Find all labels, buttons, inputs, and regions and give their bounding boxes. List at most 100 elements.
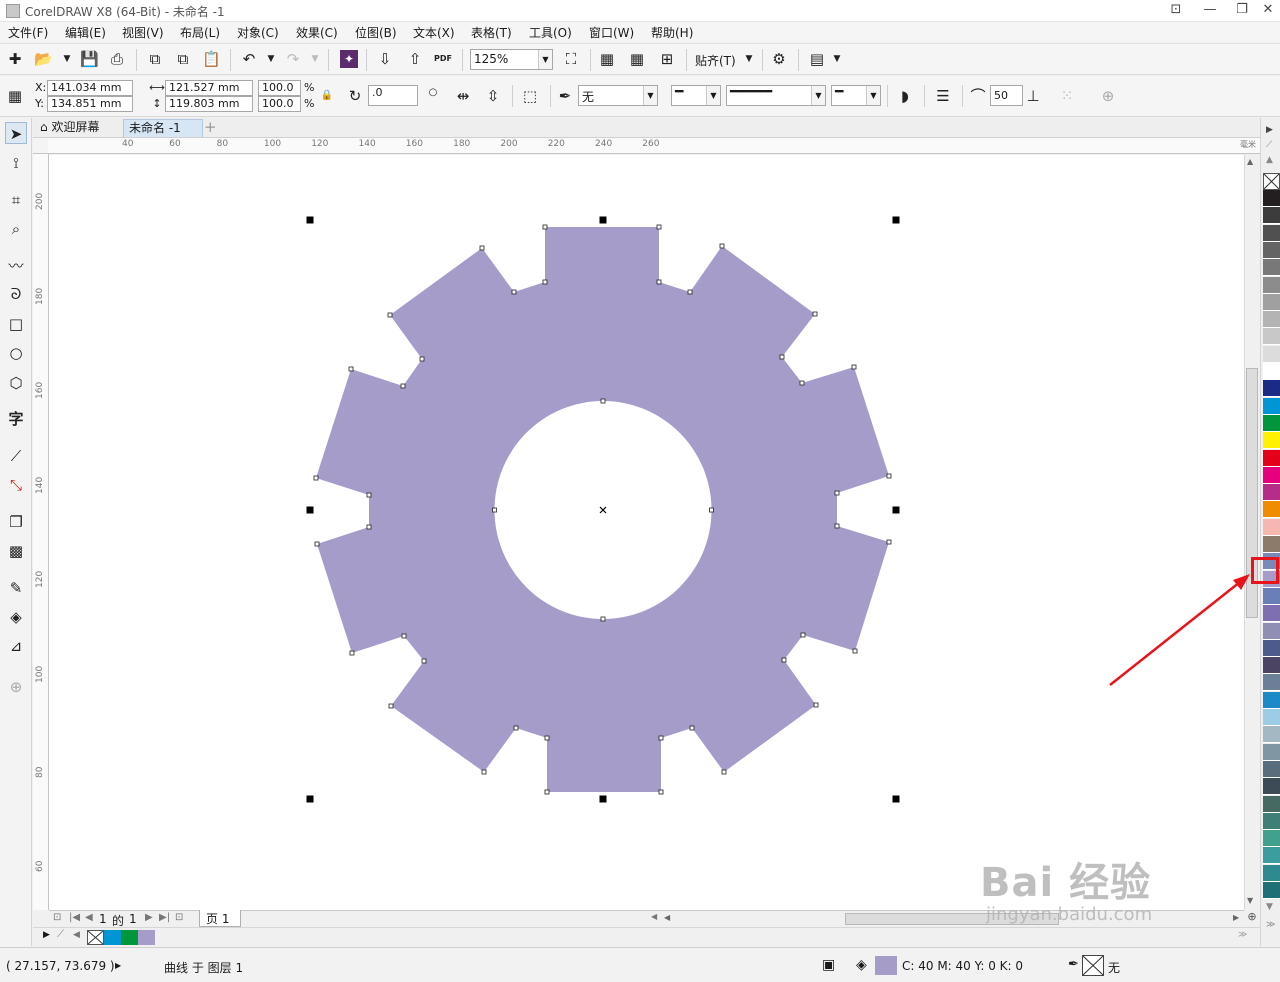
doc-palette-swatch[interactable] [121,930,138,945]
palette-scroll-up-icon[interactable]: ▲ [1266,155,1273,165]
show-guidelines-icon[interactable]: ⊞ [658,50,676,68]
search-content-icon[interactable]: ✦ [340,50,358,68]
selection-handle[interactable] [892,216,900,224]
node-handle[interactable] [421,658,427,664]
node-handle[interactable] [851,364,857,370]
palette-scroll-right-icon[interactable]: ▶ [1266,125,1273,135]
gear-icon[interactable]: ⚙ [770,50,788,68]
palette-swatch[interactable] [1263,674,1280,692]
node-handle[interactable] [719,243,725,249]
doc-palette-arrow-icon[interactable]: ▶ [43,930,50,940]
palette-swatch[interactable] [1263,536,1280,553]
node-handle[interactable] [542,279,548,285]
fill-color-swatch[interactable] [875,956,897,975]
doc-no-color-swatch[interactable] [87,930,104,945]
text-tool-icon[interactable]: 字 [5,408,27,430]
first-page-icon[interactable]: |◀ [69,912,80,923]
ellipse-tool-icon[interactable]: ○ [5,342,27,364]
export-icon[interactable]: ⇧ [406,50,424,68]
next-page-icon[interactable]: ▶ [145,912,153,923]
import-icon[interactable]: ⇩ [376,50,394,68]
palette-swatch[interactable] [1263,864,1280,882]
drawing-surface[interactable] [49,155,1244,910]
palette-swatch[interactable] [1263,207,1280,225]
x-position-field[interactable]: 141.034 mm [47,80,133,96]
doc-palette-scroll-icon[interactable]: ◀ [73,930,80,940]
scale-width-field[interactable]: 100.0 [258,80,301,96]
connector-tool-icon[interactable]: ⤡ [5,474,27,496]
doc-palette-pen-icon[interactable]: ⟋ [57,929,64,940]
add-icon[interactable]: ⊕ [1099,87,1117,105]
minimize-button[interactable]: — [1192,0,1228,22]
smoothing-slider-icon[interactable]: ⊥ [1024,87,1042,105]
palette-swatch[interactable] [1263,311,1280,329]
tab-welcome-screen[interactable]: ⌂ 欢迎屏幕 [35,119,123,137]
last-page-icon[interactable]: ▶| [159,912,170,923]
palette-swatch[interactable] [1263,709,1280,726]
close-curve-icon[interactable]: ◗ [896,87,914,105]
selection-handle[interactable] [599,216,607,224]
height-field[interactable]: 119.803 mm [165,96,253,112]
node-handle[interactable] [799,380,805,386]
application-launcher-icon[interactable]: ▤ [808,50,826,68]
zoom-level-dropdown[interactable]: 125% ▼ [470,49,553,70]
palette-expand-icon[interactable]: ≫ [1266,920,1275,930]
palette-swatch[interactable] [1263,760,1280,778]
new-tab-icon[interactable]: + [199,119,217,137]
palette-swatch[interactable] [1263,414,1280,432]
node-handle[interactable] [349,650,355,656]
palette-swatch[interactable] [1263,345,1280,363]
start-arrow-dropdown[interactable]: ━ ▼ [671,84,721,106]
redo-icon[interactable]: ↷ [284,50,302,68]
node-handle[interactable] [511,289,517,295]
palette-swatch[interactable] [1263,778,1280,796]
node-handle[interactable] [812,311,818,317]
node-handle[interactable] [886,473,892,479]
palette-swatch[interactable] [1263,501,1280,519]
no-color-swatch[interactable] [1263,173,1280,190]
node-handle[interactable] [658,789,664,795]
polygon-tool-icon[interactable]: ⬡ [5,372,27,394]
launcher-dropdown-icon[interactable]: ▼ [828,50,846,68]
palette-swatch[interactable] [1263,795,1280,813]
selection-handle[interactable] [599,795,607,803]
node-handle[interactable] [800,632,806,638]
width-field[interactable]: 121.527 mm [165,80,253,96]
palette-swatch[interactable] [1263,691,1280,709]
palette-swatch[interactable] [1263,397,1280,415]
node-handle[interactable] [600,616,606,622]
node-handle[interactable] [781,657,787,663]
horizontal-ruler[interactable]: 40 60 80 100 120 140 160 180 200 220 240 260 毫米 [48,138,1260,154]
palette-swatch[interactable] [1263,847,1280,865]
outline-width-dropdown[interactable]: 无 ▼ [578,85,658,106]
node-handle[interactable] [687,289,693,295]
palette-swatch[interactable] [1263,605,1280,623]
palette-swatch[interactable] [1263,190,1280,207]
menu-view[interactable]: 视图(V) [122,24,164,41]
node-handle[interactable] [348,366,354,372]
node-handle[interactable] [709,507,714,513]
palette-swatch[interactable] [1263,484,1280,502]
palette-swatch[interactable] [1263,449,1280,467]
outline-color-swatch[interactable] [1082,955,1104,976]
full-screen-icon[interactable]: ⛶ [562,50,580,68]
menu-layout[interactable]: 布局(L) [180,24,220,41]
node-handle[interactable] [314,541,320,547]
transparency-tool-icon[interactable]: ▩ [5,540,27,562]
node-handle[interactable] [656,279,662,285]
crop-tool-icon[interactable]: ⌗ [5,189,27,211]
freehand-tool-icon[interactable]: 〰 [5,255,27,277]
selection-handle[interactable] [306,795,314,803]
first-page-add-icon[interactable]: ⊡ [53,912,61,923]
last-page-add-icon[interactable]: ⊡ [175,912,183,923]
node-handle[interactable] [513,725,519,731]
snap-to-dropdown[interactable]: 贴齐(T) [695,52,736,69]
page-tab[interactable]: 页 1 [199,910,241,927]
mirror-vertical-icon[interactable]: ⇳ [484,87,502,105]
scroll-left-icon[interactable]: ◀ [664,913,670,922]
scroll-right-icon[interactable]: ▶ [1233,913,1239,922]
menu-effects[interactable]: 效果(C) [296,24,338,41]
snap-dropdown-icon[interactable]: ▼ [740,50,758,68]
show-grid-icon[interactable]: ▦ [628,50,646,68]
line-style-dropdown[interactable]: ━━━━━ ▼ [726,84,826,106]
